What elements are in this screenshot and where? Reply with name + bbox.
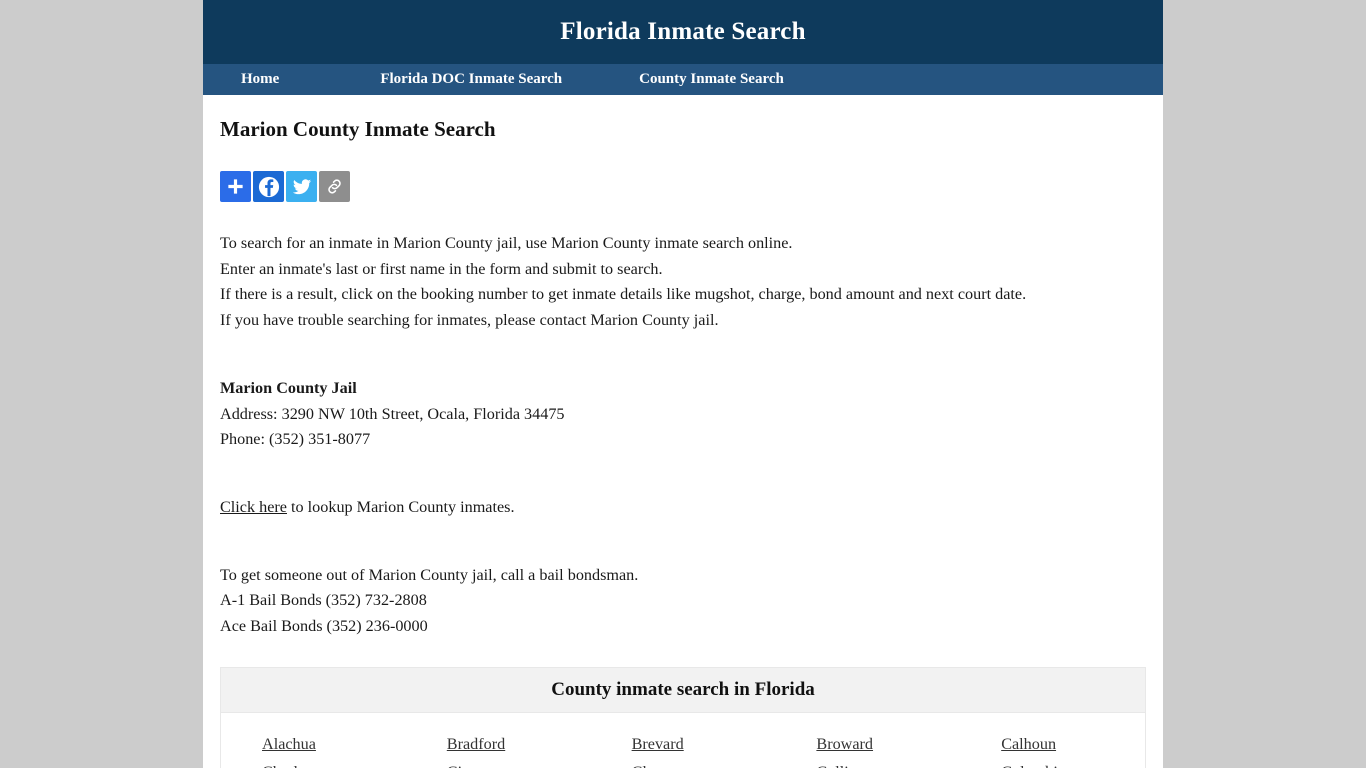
intro-copy: To search for an inmate in Marion County… (220, 231, 1146, 334)
facebook-icon (258, 176, 280, 198)
county-cell: Bradford (406, 730, 591, 759)
county-link-charlotte[interactable]: Charlotte (262, 763, 322, 768)
county-cell: Broward (775, 730, 960, 759)
lookup-rest-text: to lookup Marion County inmates. (286, 497, 515, 516)
page-title: Marion County Inmate Search (220, 117, 496, 141)
plus-icon (226, 177, 245, 196)
county-link-columbia[interactable]: Columbia (1001, 763, 1065, 768)
share-button-row (220, 171, 1146, 202)
intro-line-3: If there is a result, click on the booki… (220, 285, 1027, 304)
county-link-alachua[interactable]: Alachua (262, 735, 316, 754)
main-content: Marion County Inmate Search To search fo… (203, 95, 1163, 768)
bail-bondsman-2: Ace Bail Bonds (352) 236-0000 (220, 617, 428, 636)
county-link-calhoun[interactable]: Calhoun (1001, 735, 1056, 754)
intro-line-2: Enter an inmate's last or first name in … (220, 259, 663, 278)
county-cell: Calhoun (960, 730, 1145, 759)
county-cell: Clay (591, 758, 776, 768)
copy-link-share-button[interactable] (319, 171, 350, 202)
county-cell: Columbia (960, 758, 1145, 768)
county-cell: Alachua (221, 730, 406, 759)
addthis-share-button[interactable] (220, 171, 251, 202)
jail-name: Marion County Jail (220, 378, 357, 397)
bail-bonds-block: To get someone out of Marion County jail… (220, 563, 1146, 640)
county-link-citrus[interactable]: Citrus (447, 763, 487, 768)
masthead: Florida Inmate Search (203, 0, 1163, 64)
bail-intro: To get someone out of Marion County jail… (220, 565, 639, 584)
county-cell: Brevard (591, 730, 776, 759)
nav-item-county-inmate-search[interactable]: County Inmate Search (639, 71, 784, 88)
twitter-icon (292, 177, 312, 197)
lookup-inmates-link[interactable]: Click here (220, 498, 287, 516)
county-cell: Citrus (406, 758, 591, 768)
county-search-panel: County inmate search in Florida Alachua … (220, 666, 1146, 768)
jail-phone: Phone: (352) 351-8077 (220, 430, 371, 449)
nav-item-home[interactable]: Home (241, 71, 279, 88)
lookup-sentence: Click here to lookup Marion County inmat… (220, 495, 1146, 521)
nav-item-florida-doc-inmate-search[interactable]: Florida DOC Inmate Search (380, 71, 562, 88)
link-chain-icon (325, 177, 344, 196)
page-root: Florida Inmate Search Home Florida DOC I… (0, 0, 1366, 768)
county-link-bradford[interactable]: Bradford (447, 735, 505, 754)
county-table-title: County inmate search in Florida (551, 678, 815, 700)
main-navigation: Home Florida DOC Inmate Search County In… (203, 64, 1163, 95)
jail-address: Address: 3290 NW 10th Street, Ocala, Flo… (220, 404, 565, 423)
intro-line-4: If you have trouble searching for inmate… (220, 311, 719, 330)
intro-line-1: To search for an inmate in Marion County… (220, 234, 793, 252)
county-link-collier[interactable]: Collier (816, 763, 861, 768)
table-row: Charlotte Citrus Clay Collier Columbia (221, 758, 1145, 768)
county-cell: Collier (775, 758, 960, 768)
site-title: Florida Inmate Search (560, 18, 806, 45)
county-cell: Charlotte (221, 758, 406, 768)
twitter-share-button[interactable] (286, 171, 317, 202)
jail-info-block: Marion County Jail Address: 3290 NW 10th… (220, 376, 1146, 453)
county-link-clay[interactable]: Clay (632, 763, 663, 768)
facebook-share-button[interactable] (253, 171, 284, 202)
county-link-broward[interactable]: Broward (816, 735, 873, 754)
county-table-header: County inmate search in Florida (221, 667, 1145, 713)
site-container: Florida Inmate Search Home Florida DOC I… (203, 0, 1163, 768)
lookup-block: Click here to lookup Marion County inmat… (220, 495, 1146, 521)
county-links-grid: Alachua Bradford Brevard Broward Calhoun… (221, 713, 1145, 768)
county-link-brevard[interactable]: Brevard (632, 735, 684, 754)
bail-bondsman-1: A-1 Bail Bonds (352) 732-2808 (220, 591, 427, 610)
table-row: Alachua Bradford Brevard Broward Calhoun (221, 730, 1145, 759)
